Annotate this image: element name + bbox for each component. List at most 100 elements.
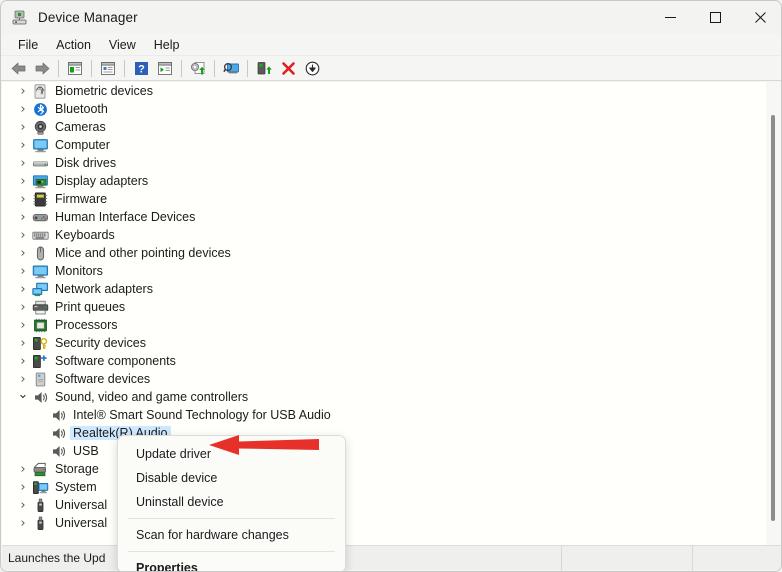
properties-icon[interactable] xyxy=(96,57,120,79)
tree-item[interactable]: › Biometric devices xyxy=(2,82,768,100)
chevron-right-icon[interactable]: › xyxy=(14,246,32,261)
context-menu-item[interactable]: Uninstall device xyxy=(118,490,345,514)
tree-item-label: Print queues xyxy=(55,299,126,314)
forward-icon[interactable] xyxy=(30,57,54,79)
close-button[interactable] xyxy=(738,1,781,34)
update-driver-icon[interactable] xyxy=(186,57,210,79)
chevron-right-icon[interactable]: › xyxy=(14,498,32,513)
uninstall-device-icon[interactable] xyxy=(276,57,300,79)
tree-item[interactable]: › Cameras xyxy=(2,118,768,136)
display-adapter-icon xyxy=(32,174,49,189)
tree-item[interactable]: › Print queues xyxy=(2,298,768,316)
context-menu-item[interactable]: Update driver xyxy=(118,442,345,466)
chevron-right-icon[interactable]: › xyxy=(14,120,32,135)
toolbar: ? xyxy=(1,56,781,81)
usb-controller-icon xyxy=(32,498,49,513)
software-component-icon xyxy=(32,354,49,369)
toolbar-separator xyxy=(58,59,59,77)
chevron-right-icon[interactable]: › xyxy=(14,318,32,333)
device-manager-window: Device Manager File Action View Help ? ›… xyxy=(0,0,782,572)
tree-item-label: Processors xyxy=(55,317,118,332)
hid-icon xyxy=(32,210,49,225)
tree-item[interactable]: › Display adapters xyxy=(2,172,768,190)
scrollbar-thumb[interactable] xyxy=(771,115,775,521)
chevron-right-icon[interactable]: › xyxy=(14,84,32,99)
fingerprint-icon xyxy=(32,83,49,99)
maximize-button[interactable] xyxy=(693,1,738,34)
tree-item[interactable]: › Software components xyxy=(2,352,768,370)
context-menu-separator xyxy=(128,518,335,519)
chevron-right-icon[interactable]: › xyxy=(14,228,32,243)
toolbar-separator xyxy=(124,59,125,77)
chevron-right-icon[interactable]: › xyxy=(14,138,32,153)
chevron-right-icon[interactable]: › xyxy=(14,156,32,171)
context-menu[interactable]: Update driver Disable device Uninstall dev… xyxy=(117,435,346,571)
chevron-right-icon[interactable]: › xyxy=(14,210,32,225)
processor-icon xyxy=(32,318,49,333)
context-menu-item[interactable]: Scan for hardware changes xyxy=(118,523,345,547)
chevron-right-icon[interactable]: › xyxy=(14,462,32,477)
tree-item-label: Human Interface Devices xyxy=(55,209,196,224)
chevron-right-icon[interactable]: › xyxy=(14,300,32,315)
tree-item[interactable]: › Disk drives xyxy=(2,154,768,172)
firmware-icon xyxy=(32,191,49,207)
chevron-right-icon[interactable]: › xyxy=(14,282,32,297)
chevron-right-icon[interactable]: › xyxy=(14,354,32,369)
tree-item[interactable]: › Software devices xyxy=(2,370,768,388)
menu-help[interactable]: Help xyxy=(145,36,189,54)
tree-item[interactable]: › Network adapters xyxy=(2,280,768,298)
chevron-right-icon[interactable]: › xyxy=(14,264,32,279)
tree-item[interactable]: › Monitors xyxy=(2,262,768,280)
tree-item[interactable]: › Human Interface Devices xyxy=(2,208,768,226)
tree-item[interactable]: › Mice and other pointing devices xyxy=(2,244,768,262)
chevron-right-icon[interactable]: › xyxy=(14,516,32,531)
help-icon[interactable]: ? xyxy=(129,57,153,79)
device-manager-icon xyxy=(11,9,28,26)
context-menu-item[interactable]: Properties xyxy=(118,556,345,571)
bluetooth-icon xyxy=(32,102,49,117)
menu-file[interactable]: File xyxy=(9,36,47,54)
status-pane-2 xyxy=(562,545,693,571)
back-icon[interactable] xyxy=(6,57,30,79)
system-device-icon xyxy=(32,480,49,495)
enable-device-icon[interactable] xyxy=(252,57,276,79)
tree-item-label: Network adapters xyxy=(55,281,153,296)
camera-icon xyxy=(32,120,49,135)
tree-item[interactable]: › Processors xyxy=(2,316,768,334)
tree-item-label: Disk drives xyxy=(55,155,117,170)
printer-icon xyxy=(32,300,49,315)
menu-action[interactable]: Action xyxy=(47,36,100,54)
tree-item[interactable]: › Keyboards xyxy=(2,226,768,244)
show-hide-console-tree-icon[interactable] xyxy=(63,57,87,79)
speaker-icon xyxy=(50,426,67,441)
scan-list-icon[interactable] xyxy=(153,57,177,79)
chevron-right-icon[interactable]: › xyxy=(14,192,32,207)
mouse-icon xyxy=(32,246,49,261)
toolbar-separator xyxy=(181,59,182,77)
tree-item[interactable]: ⌄ Sound, video and game controllers xyxy=(2,387,768,406)
chevron-right-icon[interactable]: › xyxy=(14,174,32,189)
chevron-right-icon[interactable]: › xyxy=(14,336,32,351)
tree-item[interactable]: › Security devices xyxy=(2,334,768,352)
tree-item[interactable]: › Computer xyxy=(2,136,768,154)
minimize-button[interactable] xyxy=(648,1,693,34)
tree-item[interactable]: › Bluetooth xyxy=(2,100,768,118)
chevron-right-icon[interactable]: › xyxy=(14,102,32,117)
toolbar-separator xyxy=(91,59,92,77)
tree-item[interactable]: › Firmware xyxy=(2,190,768,208)
menu-view[interactable]: View xyxy=(100,36,145,54)
tree-item[interactable]: Intel® Smart Sound Technology for USB Au… xyxy=(2,406,768,424)
computer-icon xyxy=(32,138,49,153)
scan-hardware-changes-icon[interactable] xyxy=(219,57,243,79)
context-menu-item[interactable]: Disable device xyxy=(118,466,345,490)
usb-controller-icon xyxy=(32,516,49,531)
storage-controller-icon xyxy=(32,462,49,477)
chevron-right-icon[interactable]: › xyxy=(14,480,32,495)
tree-item-label: System xyxy=(55,479,97,494)
chevron-right-icon[interactable]: › xyxy=(14,372,32,387)
chevron-down-icon[interactable]: ⌄ xyxy=(14,387,32,402)
speaker-icon xyxy=(50,408,67,423)
disable-device-icon[interactable] xyxy=(300,57,324,79)
tree-item-label: Mice and other pointing devices xyxy=(55,245,231,260)
vertical-scrollbar[interactable] xyxy=(766,82,780,546)
